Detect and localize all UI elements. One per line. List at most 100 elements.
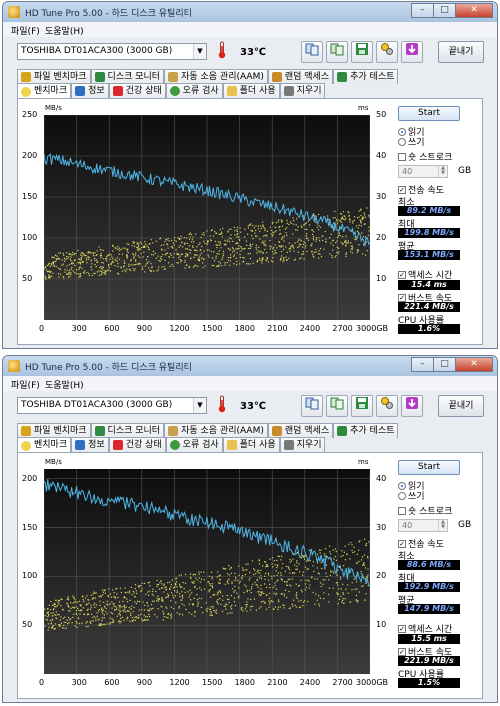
tab-folder-usage[interactable]: 폴더 사용 bbox=[222, 437, 280, 452]
access-time-point bbox=[133, 245, 136, 247]
access-time-point bbox=[361, 556, 363, 558]
quit-button[interactable]: 끝내기 bbox=[438, 395, 484, 417]
download-icon[interactable] bbox=[401, 395, 423, 417]
tab-label: 벤치마크 bbox=[34, 86, 68, 96]
options-icon[interactable] bbox=[376, 395, 398, 417]
maximize-button[interactable]: □ bbox=[433, 357, 455, 372]
tab-benchmark[interactable]: 벤치마크 bbox=[17, 437, 72, 453]
tab-error-scan[interactable]: 오류 검사 bbox=[165, 83, 223, 98]
access-time-point bbox=[165, 616, 167, 618]
access-time-point bbox=[135, 616, 137, 618]
access-time-point bbox=[53, 604, 55, 606]
tab-health[interactable]: 건강 상태 bbox=[108, 83, 166, 98]
menu-help[interactable]: 도움말(H) bbox=[45, 378, 84, 391]
access-time-point bbox=[144, 271, 146, 273]
start-button[interactable]: Start bbox=[398, 460, 460, 475]
copy-screenshot-icon[interactable] bbox=[326, 41, 348, 63]
access-time-point bbox=[196, 599, 198, 601]
tab-extra-tests[interactable]: 추가 테스트 bbox=[333, 423, 399, 438]
access-time-point bbox=[146, 615, 148, 618]
access-time-point bbox=[223, 250, 225, 252]
access-time-point bbox=[84, 270, 86, 272]
access-time-point bbox=[246, 244, 248, 246]
maximize-button[interactable]: □ bbox=[433, 3, 455, 18]
chevron-down-icon[interactable]: ▼ bbox=[193, 44, 206, 59]
copy-info-icon[interactable] bbox=[301, 41, 323, 63]
access-time-point bbox=[58, 624, 60, 626]
access-time-point bbox=[288, 242, 290, 244]
access-time-point bbox=[74, 601, 76, 603]
tab-aam[interactable]: 자동 소음 관리(AAM) bbox=[164, 69, 268, 84]
menu-help[interactable]: 도움말(H) bbox=[45, 24, 84, 37]
close-button[interactable]: ✕ bbox=[455, 3, 493, 18]
tab-folder-usage[interactable]: 폴더 사용 bbox=[222, 83, 280, 98]
copy-info-icon[interactable] bbox=[301, 395, 323, 417]
access-time-point bbox=[72, 251, 74, 254]
access-time-point bbox=[116, 615, 118, 617]
access-time-point bbox=[221, 265, 223, 267]
tab-aam[interactable]: 자동 소음 관리(AAM) bbox=[164, 423, 268, 438]
access-time-point bbox=[220, 603, 222, 605]
access-time-point bbox=[336, 246, 338, 249]
tab-file-benchmark[interactable]: 파일 벤치마크 bbox=[17, 423, 91, 438]
tab-benchmark[interactable]: 벤치마크 bbox=[17, 83, 72, 99]
tab-disk-monitor[interactable]: 디스크 모니터 bbox=[90, 423, 165, 438]
short-stroke-checkbox[interactable]: 숏 스트로크 bbox=[398, 150, 452, 163]
options-icon[interactable] bbox=[376, 41, 398, 63]
access-time-point bbox=[328, 218, 330, 220]
save-icon[interactable] bbox=[351, 41, 373, 63]
access-time-point bbox=[107, 595, 109, 597]
tab-random-access[interactable]: 랜덤 액세스 bbox=[267, 69, 334, 84]
access-time-point bbox=[209, 583, 211, 585]
spin-arrows-icon[interactable]: ▲ ▼ bbox=[438, 166, 447, 177]
write-radio[interactable]: 쓰기 bbox=[398, 135, 425, 148]
spin-arrows-icon[interactable]: ▲ ▼ bbox=[438, 520, 447, 531]
access-time-point bbox=[209, 608, 211, 610]
access-time-point bbox=[306, 250, 308, 252]
copy-screenshot-icon[interactable] bbox=[326, 395, 348, 417]
short-stroke-input[interactable]: 40 ▲ ▼ bbox=[398, 165, 448, 178]
menu-file[interactable]: 파일(F) bbox=[11, 378, 40, 391]
drive-select[interactable]: TOSHIBA DT01ACA300 (3000 GB) ▼ bbox=[17, 43, 207, 60]
tab-file-benchmark[interactable]: 파일 벤치마크 bbox=[17, 69, 91, 84]
short-stroke-checkbox[interactable]: 숏 스트로크 bbox=[398, 504, 452, 517]
minimize-button[interactable]: – bbox=[411, 3, 433, 18]
access-time-point bbox=[129, 269, 132, 271]
tab-extra-tests[interactable]: 추가 테스트 bbox=[333, 69, 399, 84]
access-time-point bbox=[165, 588, 168, 590]
access-time-point bbox=[219, 243, 222, 245]
access-time-point bbox=[190, 599, 192, 601]
access-time-point bbox=[300, 579, 302, 581]
tab-erase[interactable]: 지우기 bbox=[279, 83, 326, 98]
access-time-point bbox=[206, 230, 208, 232]
menu-file[interactable]: 파일(F) bbox=[11, 24, 40, 37]
access-time-point bbox=[48, 274, 50, 276]
checkmark-icon: ✓ bbox=[398, 185, 406, 194]
minimize-button[interactable]: – bbox=[411, 357, 433, 372]
save-icon[interactable] bbox=[351, 395, 373, 417]
drive-select[interactable]: TOSHIBA DT01ACA300 (3000 GB) ▼ bbox=[17, 397, 207, 414]
access-time-point bbox=[364, 538, 366, 540]
start-button[interactable]: Start bbox=[398, 106, 460, 121]
write-radio[interactable]: 쓰기 bbox=[398, 489, 425, 502]
quit-button[interactable]: 끝내기 bbox=[438, 41, 484, 63]
download-icon[interactable] bbox=[401, 41, 423, 63]
chevron-down-icon[interactable]: ▼ bbox=[193, 398, 206, 413]
tab-disk-monitor[interactable]: 디스크 모니터 bbox=[90, 69, 165, 84]
access-time-point bbox=[277, 599, 280, 601]
tab-info[interactable]: 정보 bbox=[71, 83, 109, 98]
tab-erase[interactable]: 지우기 bbox=[279, 437, 326, 452]
tab-info[interactable]: 정보 bbox=[71, 437, 109, 452]
access-time-point bbox=[157, 255, 159, 257]
access-time-point bbox=[141, 582, 143, 584]
tab-error-scan[interactable]: 오류 검사 bbox=[165, 437, 223, 452]
tab-health[interactable]: 건강 상태 bbox=[108, 437, 166, 452]
short-stroke-input[interactable]: 40 ▲ ▼ bbox=[398, 519, 448, 532]
access-time-point bbox=[249, 243, 251, 245]
tab-random-access[interactable]: 랜덤 액세스 bbox=[267, 423, 334, 438]
access-time-point bbox=[91, 613, 93, 615]
access-time-point bbox=[320, 256, 323, 258]
close-button[interactable]: ✕ bbox=[455, 357, 493, 372]
access-time-point bbox=[188, 249, 190, 251]
access-time-point bbox=[67, 276, 69, 278]
